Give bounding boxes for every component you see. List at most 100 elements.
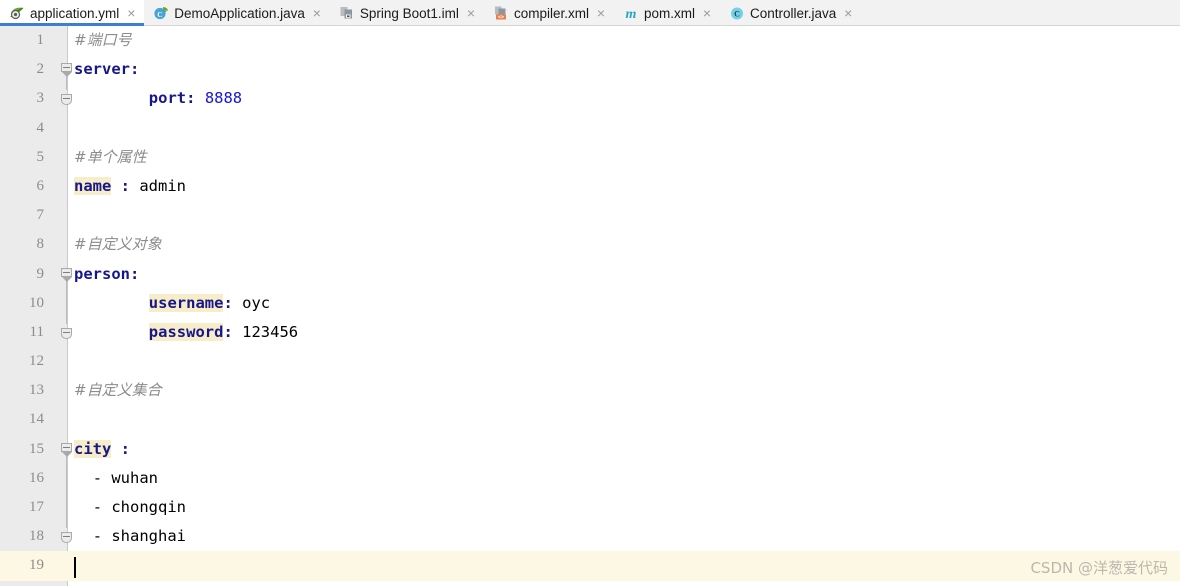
code-line[interactable]: 12 <box>0 347 1180 376</box>
fold-box <box>61 94 72 106</box>
line-number: 3 <box>36 90 45 107</box>
yaml-comment: #端口号 <box>74 31 132 49</box>
close-icon[interactable]: × <box>842 6 854 20</box>
line-number: 13 <box>29 382 44 399</box>
code-line[interactable]: 2 server: <box>0 55 1180 84</box>
code-line-content: username: oyc <box>148 289 271 318</box>
code-line-content: port: 8888 <box>149 84 242 113</box>
yaml-value: admin <box>139 176 187 195</box>
line-number: 9 <box>36 265 45 282</box>
line-number: 10 <box>29 294 44 311</box>
code-line[interactable]: 7 <box>0 201 1180 230</box>
text-caret <box>74 556 76 578</box>
fold-dash <box>63 271 70 273</box>
code-line-content: #自定义对象 <box>74 230 162 259</box>
yaml-value-space <box>130 177 139 195</box>
code-line[interactable]: 18 - shanghai <box>0 522 1180 551</box>
yaml-colon: : <box>223 322 233 341</box>
line-number: 17 <box>29 499 44 515</box>
yaml-colon: : <box>223 293 233 312</box>
yaml-comment: #自定义对象 <box>74 235 162 254</box>
spring-yaml-icon <box>9 5 25 21</box>
fold-end-icon[interactable] <box>61 326 74 339</box>
editor-tab-label: Spring Boot1.iml <box>359 5 459 21</box>
close-icon[interactable]: × <box>311 6 323 20</box>
code-line-content: - shanghai <box>93 522 186 551</box>
editor-tab-pom-xml[interactable]: m pom.xml × <box>614 0 720 26</box>
editor-tab-demoapplication-java[interactable]: C DemoApplication.java × <box>144 0 330 26</box>
yaml-comment: #自定义集合 <box>74 381 162 400</box>
fold-arrow <box>62 72 72 78</box>
code-line-content: #端口号 <box>74 26 132 55</box>
editor-tab-controller-java[interactable]: C Controller.java × <box>720 0 861 26</box>
fold-dash <box>63 446 70 448</box>
svg-text:C: C <box>734 10 740 19</box>
line-number: 15 <box>29 440 44 457</box>
fold-connector-line <box>66 279 67 324</box>
yaml-key: person <box>74 264 130 283</box>
close-icon[interactable]: × <box>701 6 713 20</box>
yaml-sequence-item: - shanghai <box>92 527 187 546</box>
line-number: 2 <box>36 61 45 78</box>
code-line-content: #自定义集合 <box>74 376 162 405</box>
close-icon[interactable]: × <box>125 6 137 20</box>
code-line-content: person: <box>74 260 139 289</box>
yaml-value: oyc <box>242 293 271 312</box>
editor-tab-spring-boot1-iml[interactable]: Spring Boot1.iml × <box>330 0 484 26</box>
code-line[interactable]: 5 #单个属性 <box>0 143 1180 172</box>
code-line[interactable]: 6 name : admin <box>0 172 1180 201</box>
fold-collapse-icon[interactable] <box>61 267 74 282</box>
editor-tab-compiler-xml[interactable]: <> compiler.xml × <box>484 0 614 26</box>
code-line[interactable]: 16 - wuhan <box>0 464 1180 493</box>
yaml-value-space <box>233 323 242 341</box>
fold-box <box>61 532 72 544</box>
code-line-content: - wuhan <box>93 464 158 493</box>
line-number: 14 <box>29 411 44 428</box>
fold-arrow <box>62 451 72 457</box>
yaml-value: 123456 <box>242 322 299 341</box>
fold-dash <box>63 536 70 538</box>
code-line[interactable]: 17 - chongqin <box>0 493 1180 522</box>
code-line[interactable]: 3 port: 8888 <box>0 84 1180 113</box>
fold-collapse-icon[interactable] <box>61 63 74 78</box>
code-line[interactable]: 14 <box>0 405 1180 434</box>
code-line-content: name : admin <box>74 172 186 201</box>
yaml-sequence-item: - wuhan <box>92 468 159 487</box>
editor-tab-label: DemoApplication.java <box>174 5 305 21</box>
line-number: 19 <box>29 557 44 574</box>
line-number: 1 <box>36 32 45 48</box>
fold-dash <box>63 98 70 100</box>
code-line[interactable]: 13 #自定义集合 <box>0 376 1180 405</box>
code-line[interactable]: 4 <box>0 114 1180 143</box>
xml-file-icon: <> <box>493 5 509 21</box>
editor-tab-label: application.yml <box>30 5 120 21</box>
watermark-text: CSDN @洋葱爱代码 <box>1030 559 1168 577</box>
code-line[interactable]: 11 password: 123456 <box>0 318 1180 347</box>
yaml-key: city <box>74 439 112 458</box>
close-icon[interactable]: × <box>465 6 477 20</box>
svg-text:m: m <box>626 7 637 21</box>
code-line[interactable]: 1 #端口号 <box>0 26 1180 55</box>
yaml-colon: : <box>111 176 130 195</box>
fold-connector-line <box>66 75 67 91</box>
close-icon[interactable]: × <box>595 6 607 20</box>
yaml-colon: : <box>130 60 140 79</box>
yaml-key: username <box>148 293 224 312</box>
code-line[interactable]: 10 username: oyc <box>0 289 1180 318</box>
svg-text:C: C <box>158 10 163 19</box>
line-number: 18 <box>29 528 44 545</box>
fold-collapse-icon[interactable] <box>61 442 74 457</box>
fold-end-icon[interactable] <box>61 92 74 106</box>
code-lines: 1 #端口号 2 server: 3 port: 8888 4 5 #单个属性 6 name : a… <box>0 26 1180 581</box>
editor-tab-application-yml[interactable]: application.yml × <box>0 0 145 26</box>
code-line[interactable]: 8 #自定义对象 <box>0 230 1180 259</box>
line-number: 7 <box>36 207 45 224</box>
yaml-sequence-item: - chongqin <box>92 498 187 516</box>
code-line[interactable]: 19 <box>0 551 1180 581</box>
code-line[interactable]: 9 person: <box>0 260 1180 289</box>
fold-end-icon[interactable] <box>61 530 74 544</box>
code-editor[interactable]: 1 #端口号 2 server: 3 port: 8888 4 5 #单个属性 6 name : a… <box>0 26 1180 586</box>
code-line[interactable]: 15 city : <box>0 435 1180 464</box>
maven-pom-icon: m <box>623 5 639 22</box>
line-number: 16 <box>29 469 44 486</box>
